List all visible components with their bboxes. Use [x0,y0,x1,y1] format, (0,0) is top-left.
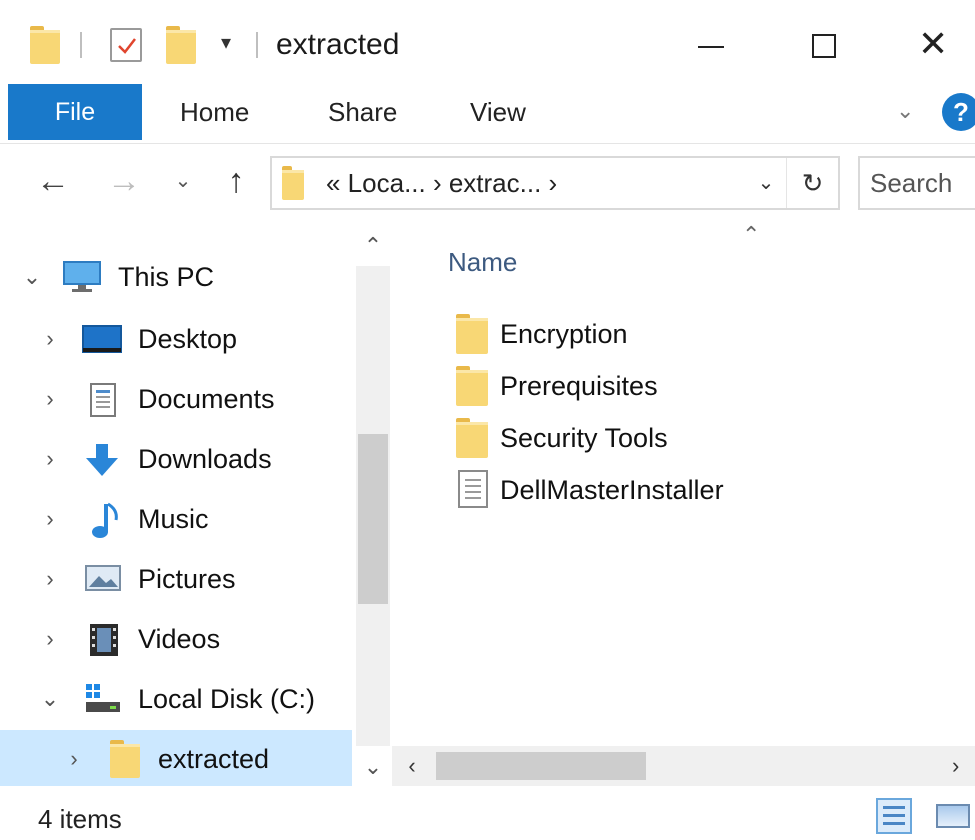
chevron-right-icon[interactable]: › [38,564,62,594]
tree-item-this-pc[interactable]: ⌄ This PC [0,248,352,306]
minimize-icon [698,46,724,48]
item-count: 4 items [38,804,122,834]
breadcrumb[interactable]: « Loca... › extrac... › [326,158,557,208]
maximize-icon [812,34,836,58]
videos-icon [88,622,124,656]
navigation-pane: ⌄ This PC › Desktop › Documents › Downlo… [0,226,390,788]
up-button[interactable]: ↑ [216,158,256,204]
file-name: Encryption [500,319,628,349]
scroll-right-button[interactable]: › [952,746,975,786]
chevron-right-icon[interactable]: › [38,504,62,534]
download-icon [82,442,118,476]
file-name: Security Tools [500,423,668,453]
tree-item-label: Documents [138,384,275,414]
scrollbar-thumb[interactable] [358,434,388,604]
chevron-down-icon[interactable]: ⌄ [38,684,62,714]
folder-icon[interactable] [30,26,60,64]
tab-share[interactable]: Share [328,84,397,140]
help-icon[interactable]: ? [942,93,975,131]
scroll-left-button[interactable]: ‹ [392,746,432,786]
navigation-bar: ← → ⌄ ↑ « Loca... › extrac... › ⌄ ↻ [0,144,975,226]
tree-item-extracted[interactable]: › extracted [0,730,352,788]
search-box[interactable] [858,156,975,210]
tree-item-desktop[interactable]: › Desktop [0,310,352,368]
chevron-right-icon[interactable]: › [62,744,86,774]
tab-file[interactable]: File [8,84,142,140]
expand-ribbon-icon[interactable]: ⌄ [896,98,914,124]
chevron-right-icon[interactable]: › [38,624,62,654]
chevron-down-icon[interactable]: ⌄ [20,262,44,292]
window-title: extracted [276,28,400,61]
properties-icon[interactable] [110,28,142,62]
folder-icon [282,166,304,200]
vertical-scrollbar[interactable] [356,266,390,746]
music-icon [88,502,124,538]
tree-item-local-disk[interactable]: ⌄ Local Disk (C:) [0,670,352,728]
pictures-icon [84,562,121,596]
tab-view[interactable]: View [470,84,526,140]
scroll-up-button[interactable]: ⌃ [356,226,390,266]
new-folder-icon[interactable] [166,26,196,64]
tree-item-label: Local Disk (C:) [138,684,316,714]
list-item[interactable]: Security Tools [448,412,948,464]
large-icons-view-button[interactable] [934,798,970,834]
tree-item-downloads[interactable]: › Downloads [0,430,352,488]
tree-item-pictures[interactable]: › Pictures [0,550,352,608]
chevron-right-icon[interactable]: › [38,384,62,414]
monitor-icon [62,260,101,294]
list-item[interactable]: Encryption [448,308,948,360]
details-view-button[interactable] [876,798,912,834]
desktop-icon [82,322,122,356]
documents-icon [88,382,124,417]
folder-icon [110,740,140,778]
file-name: DellMasterInstaller [500,475,724,505]
customize-quick-access-button[interactable]: ▾ [214,28,238,58]
list-item[interactable]: DellMasterInstaller [448,464,948,516]
folder-icon [456,314,488,354]
tree-item-label: Pictures [138,564,236,594]
file-list: ⌃ Name Encryption Prerequisites Security… [392,222,975,786]
search-input[interactable] [870,164,975,202]
close-icon: ✕ [918,23,949,64]
tree-item-label: Desktop [138,324,238,354]
address-dropdown-button[interactable]: ⌄ [748,158,784,208]
tree-item-videos[interactable]: › Videos [0,610,352,668]
close-button[interactable]: ✕ [906,16,966,72]
toolbar-divider [256,32,258,58]
tab-home[interactable]: Home [180,84,249,140]
minimize-button[interactable] [680,16,740,72]
back-button[interactable]: ← [30,158,76,204]
file-name: Prerequisites [500,371,658,401]
toolbar-divider [80,32,82,58]
status-bar: 4 items [0,786,975,840]
chevron-right-icon[interactable]: › [38,324,62,354]
tree-item-documents[interactable]: › Documents [0,370,352,428]
folder-icon [456,366,488,406]
title-bar: ▾ extracted ✕ [0,0,975,80]
tree-item-label: Music [138,504,209,534]
large-icons-icon [936,804,970,828]
chevron-right-icon[interactable]: › [38,444,62,474]
scroll-down-button[interactable]: ⌄ [356,748,390,786]
maximize-button[interactable] [792,16,852,72]
horizontal-scrollbar[interactable]: ‹ › [392,746,975,786]
column-header-name[interactable]: Name [448,244,517,280]
tree-item-music[interactable]: › Music [0,490,352,548]
tree-item-label: extracted [158,744,270,774]
address-bar[interactable]: « Loca... › extrac... › ⌄ ↻ [270,156,840,210]
sort-ascending-icon: ⌃ [742,222,761,247]
forward-button[interactable]: → [104,158,144,204]
drive-icon [84,682,120,716]
scrollbar-thumb[interactable] [436,752,646,780]
list-item[interactable]: Prerequisites [448,360,948,412]
refresh-button[interactable]: ↻ [786,158,838,208]
file-icon [458,470,488,508]
folder-icon [456,418,488,458]
recent-locations-button[interactable]: ⌄ [168,158,198,204]
tree-item-label: Downloads [138,444,272,474]
tree-item-label: Videos [138,624,221,654]
ribbon-tabs: File Home Share View ⌄ ? [0,80,975,144]
tree-item-label: This PC [118,262,215,292]
